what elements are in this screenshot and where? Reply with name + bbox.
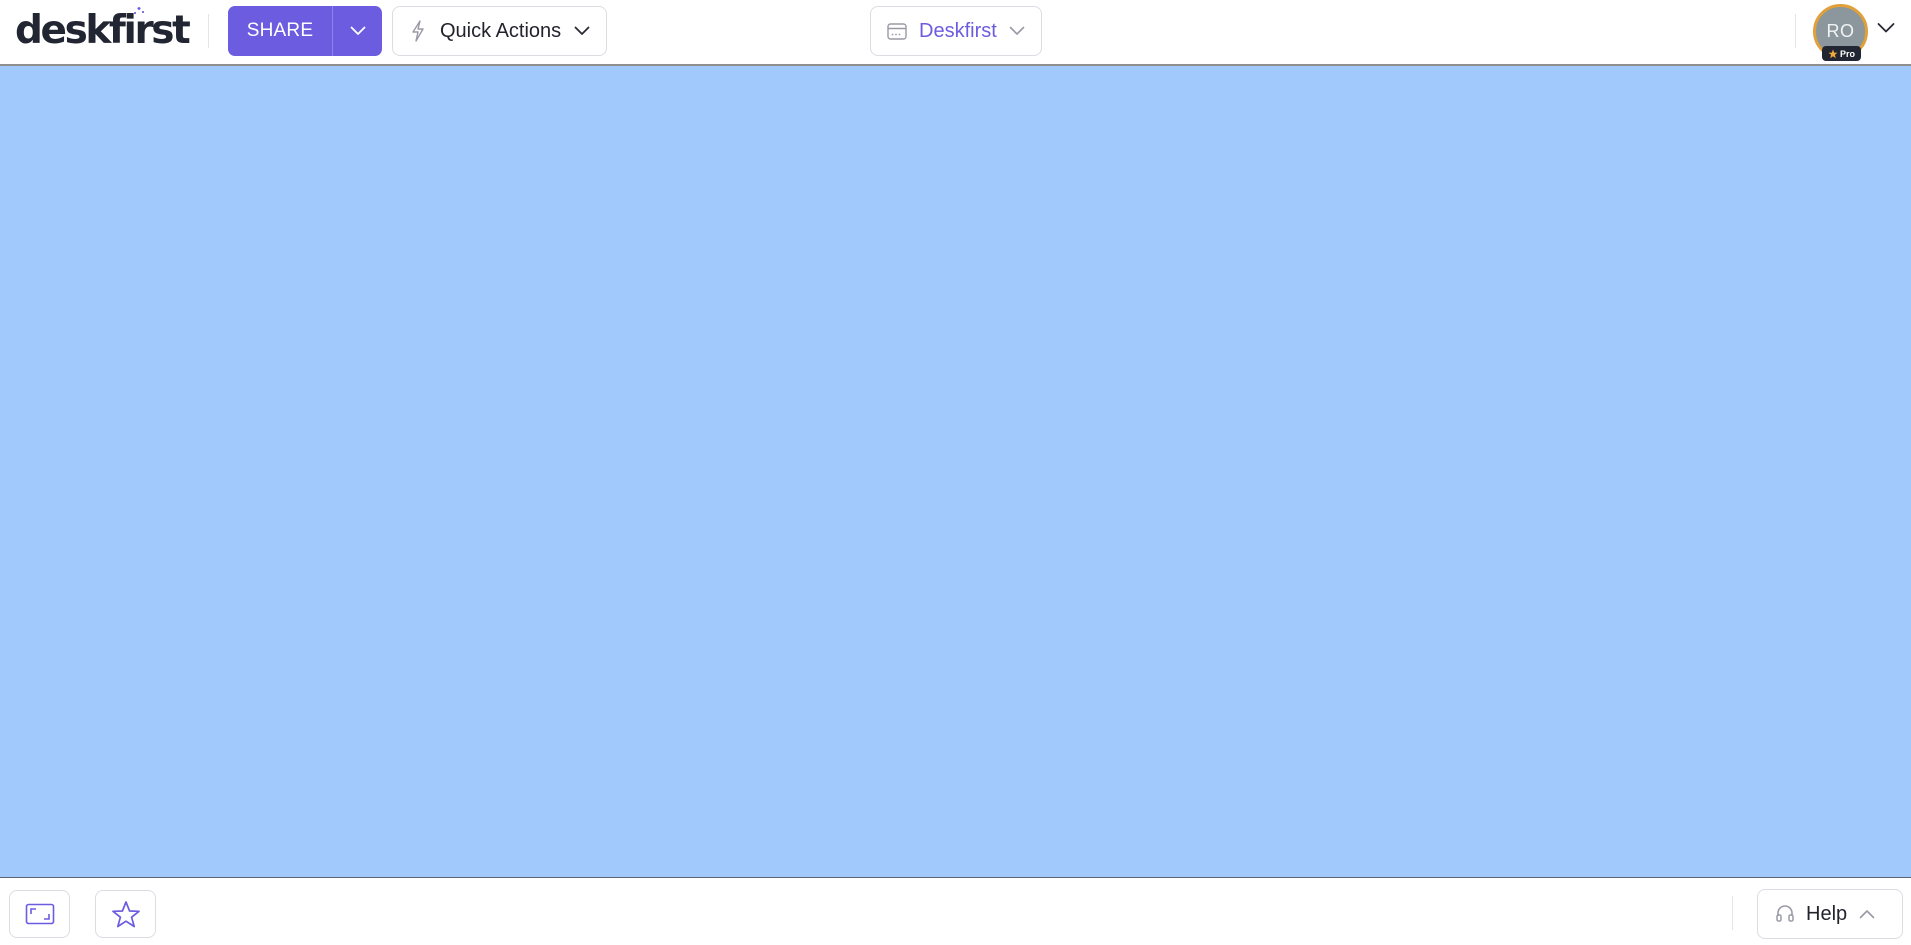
share-button[interactable]: SHARE xyxy=(228,6,332,56)
chevron-down-icon xyxy=(350,26,365,35)
chevron-down-icon xyxy=(1877,23,1895,33)
chevron-down-icon xyxy=(574,26,590,35)
workspace-switcher[interactable]: Deskfirst xyxy=(870,6,1042,56)
pro-badge-label: Pro xyxy=(1839,48,1855,59)
share-options-button[interactable] xyxy=(333,6,382,56)
pro-badge: Pro xyxy=(1822,46,1861,61)
account-menu-button[interactable] xyxy=(1877,21,1895,39)
header-divider xyxy=(1795,14,1796,48)
logo-text: deskfirst xyxy=(15,7,191,53)
workspace-name: Deskfirst xyxy=(919,19,997,42)
headset-icon xyxy=(1776,905,1794,922)
sparkle-icon xyxy=(134,6,145,14)
star-icon xyxy=(111,900,140,927)
window-icon xyxy=(887,22,907,40)
top-bar: deskfirst SHARE Quick Actions Deskfirst … xyxy=(0,0,1911,66)
fit-to-screen-icon xyxy=(25,903,54,925)
share-button-group: SHARE xyxy=(228,6,382,56)
lightning-bolt-icon xyxy=(412,20,424,42)
help-button[interactable]: Help xyxy=(1757,889,1903,939)
quick-actions-label: Quick Actions xyxy=(440,19,562,42)
footer-divider xyxy=(1732,896,1733,930)
favorite-button[interactable] xyxy=(95,890,156,938)
fit-to-screen-button[interactable] xyxy=(9,890,70,938)
deskfirst-logo[interactable]: deskfirst xyxy=(15,6,191,54)
canvas-area[interactable] xyxy=(0,66,1911,877)
avatar-initials: RO xyxy=(1826,21,1855,41)
header-divider xyxy=(208,14,209,48)
chevron-down-icon xyxy=(1009,26,1025,35)
chevron-up-icon xyxy=(1859,910,1875,919)
star-icon xyxy=(1828,49,1838,58)
help-label: Help xyxy=(1806,902,1848,925)
bottom-bar: Help xyxy=(0,877,1911,945)
quick-actions-button[interactable]: Quick Actions xyxy=(392,6,607,56)
